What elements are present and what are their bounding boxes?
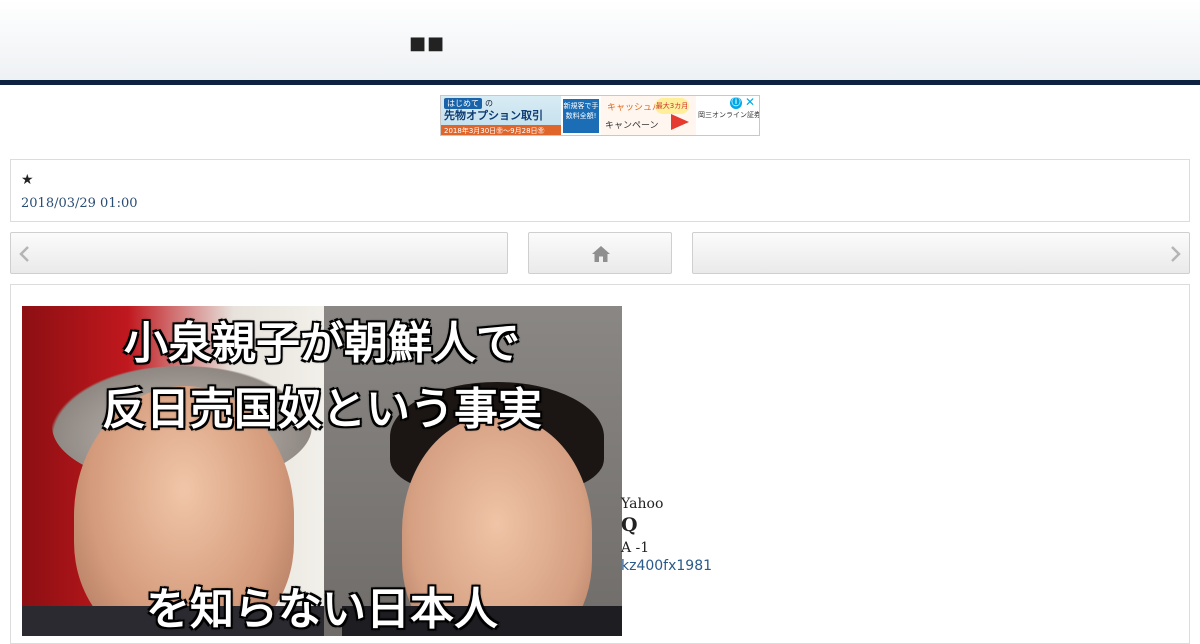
home-icon [592, 246, 610, 262]
ad-mid-panel: キャッシュバック キャンペーン 最大3カ月 [601, 96, 696, 135]
image-caption-line3: を知らない日本人 [146, 584, 498, 635]
close-icon[interactable]: ✕ [745, 96, 755, 109]
user-link[interactable]: kz400fx1981 [621, 558, 712, 574]
info-icon[interactable]: ⓘ [730, 97, 742, 109]
header-rule [0, 80, 1200, 85]
ad-headline: 先物オプション取引 [444, 109, 543, 122]
ad-company: 岡三オンライン証券 [698, 111, 760, 119]
post-date: 2018/03/29 01:00 [21, 196, 138, 211]
answer-label: A -1 [621, 540, 650, 556]
next-post-button[interactable] [692, 232, 1190, 274]
chevron-right-icon [1171, 246, 1181, 262]
chevron-left-icon [19, 246, 29, 262]
post-header: ★ 2018/03/29 01:00 [10, 159, 1190, 222]
article-image[interactable]: 小泉親子が朝鮮人で 反日売国奴という事実 を知らない日本人 [22, 306, 622, 636]
ad-banner[interactable]: はじめて の 先物オプション取引 2018年3月30日㊎～9月28日㊎ 新規客で… [440, 95, 760, 136]
ad-tag-suffix: の [485, 99, 493, 108]
article-source: Yahoo [621, 496, 664, 512]
ad-campaign-text: キャンペーン [605, 121, 659, 131]
article-body: 小泉親子が朝鮮人で 反日売国奴という事実 を知らない日本人 Yahoo Q A … [10, 284, 1190, 644]
ad-tag: はじめて [444, 98, 482, 109]
question-label: Q [621, 514, 638, 536]
ad-fee-box: 新規客で手数料全額! [563, 99, 599, 133]
site-header [0, 0, 1200, 80]
image-caption-line2: 反日売国奴という事実 [102, 384, 542, 435]
post-title: ★ [21, 172, 34, 188]
prev-post-button[interactable] [10, 232, 508, 274]
home-button[interactable] [528, 232, 672, 274]
site-logo[interactable]: ■■ [409, 35, 445, 53]
megaphone-icon [671, 114, 689, 130]
image-caption-line1: 小泉親子が朝鮮人で [124, 318, 520, 369]
ad-badge: 最大3カ月 [655, 98, 689, 114]
ad-period: 2018年3月30日㊎～9月28日㊎ [441, 125, 561, 135]
